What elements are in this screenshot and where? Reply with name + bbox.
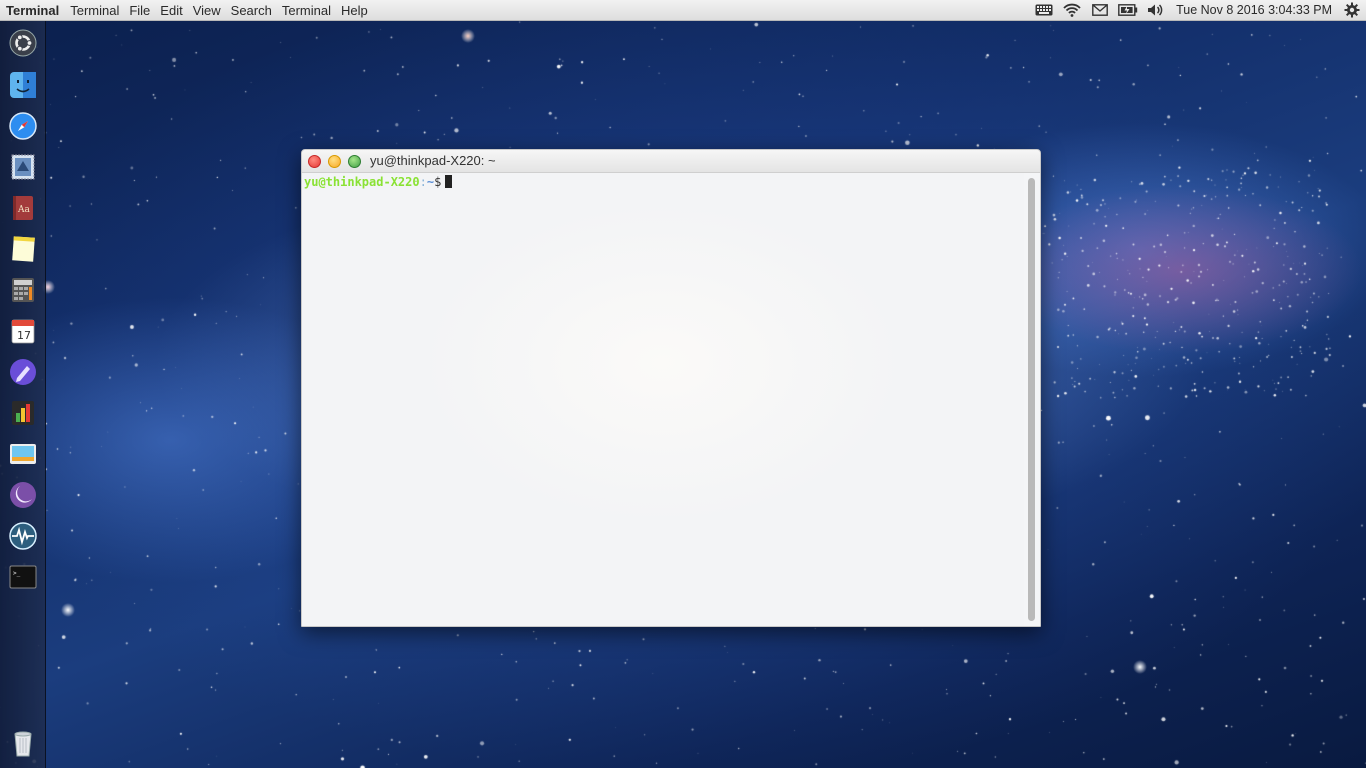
- menu-help[interactable]: Help: [336, 3, 373, 18]
- menu-view[interactable]: View: [188, 3, 226, 18]
- trash-icon[interactable]: [8, 728, 38, 758]
- volume-icon[interactable]: [1142, 0, 1170, 21]
- pen-app-icon[interactable]: [8, 357, 38, 387]
- prompt-user-host: yu@thinkpad-X220: [304, 175, 420, 189]
- gear-icon[interactable]: [1338, 0, 1366, 21]
- prompt-path: ~: [426, 175, 435, 189]
- scrollbar[interactable]: [1024, 173, 1040, 626]
- battery-icon[interactable]: [1114, 0, 1142, 21]
- menu-search[interactable]: Search: [226, 3, 277, 18]
- close-button[interactable]: [308, 155, 321, 168]
- notes-icon[interactable]: [8, 234, 38, 264]
- moon-app-icon[interactable]: [8, 480, 38, 510]
- window-titlebar[interactable]: yu@thinkpad-X220: ~: [302, 150, 1040, 173]
- calculator-icon[interactable]: [8, 275, 38, 305]
- image-viewer-icon[interactable]: [8, 439, 38, 469]
- text-cursor: [445, 175, 453, 188]
- system-monitor-icon[interactable]: [8, 521, 38, 551]
- safari-browser-icon[interactable]: [8, 111, 38, 141]
- svg-text:Aa: Aa: [17, 205, 30, 215]
- menu-edit[interactable]: Edit: [155, 3, 187, 18]
- launcher-dock: Aa 17 >_: [0, 21, 46, 768]
- calendar-icon[interactable]: 17: [8, 316, 38, 346]
- ubuntu-home-icon[interactable]: [8, 28, 38, 58]
- terminal-icon-label: >_: [13, 570, 21, 577]
- spreadsheet-chart-icon[interactable]: [8, 398, 38, 428]
- menu-file[interactable]: File: [124, 3, 155, 18]
- minimize-button[interactable]: [328, 155, 341, 168]
- maximize-button[interactable]: [348, 155, 361, 168]
- mail-stamp-icon[interactable]: [8, 152, 38, 182]
- terminal-window[interactable]: yu@thinkpad-X220: ~ yu@thinkpad-X220:~$: [301, 149, 1041, 627]
- prompt-separator: :: [419, 175, 427, 189]
- dictionary-icon[interactable]: Aa: [8, 193, 38, 223]
- menu-terminal[interactable]: Terminal: [65, 3, 124, 18]
- keyboard-icon[interactable]: [1030, 0, 1058, 21]
- top-menu-bar: Terminal Terminal File Edit View Search …: [0, 0, 1366, 21]
- terminal-icon[interactable]: >_: [8, 562, 38, 592]
- wifi-icon[interactable]: [1058, 0, 1086, 21]
- calendar-day-label: 17: [17, 329, 31, 342]
- terminal-text-area[interactable]: yu@thinkpad-X220:~$: [302, 173, 1026, 626]
- finder-icon[interactable]: [8, 70, 38, 100]
- prompt-sign: $: [434, 175, 442, 189]
- window-title: yu@thinkpad-X220: ~: [370, 153, 496, 168]
- mail-icon[interactable]: [1086, 0, 1114, 21]
- active-app-name: Terminal: [6, 2, 60, 18]
- clock[interactable]: Tue Nov 8 2016 3:04:33 PM: [1170, 3, 1338, 17]
- menu-terminal-2[interactable]: Terminal: [277, 3, 336, 18]
- scrollbar-thumb[interactable]: [1028, 178, 1035, 621]
